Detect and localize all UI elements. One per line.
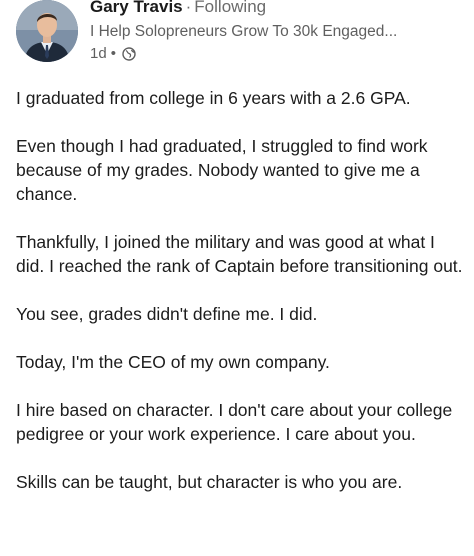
post-paragraph: Even though I had graduated, I struggled… xyxy=(16,136,428,204)
follow-status[interactable]: Following xyxy=(194,0,266,16)
time-separator: • xyxy=(110,45,116,62)
post-paragraph: I hire based on character. I don't care … xyxy=(16,400,453,444)
post-time: 1d xyxy=(90,45,107,62)
post-paragraph: Today, I'm the CEO of my own company. xyxy=(16,352,330,372)
post-paragraph: Thankfully, I joined the military and wa… xyxy=(16,232,463,276)
globe-icon xyxy=(122,47,136,61)
avatar-photo xyxy=(16,0,78,62)
author-name-line: Gary Travis · Following xyxy=(90,0,460,20)
post-paragraph: I graduated from college in 6 years with… xyxy=(16,88,411,108)
post-paragraph: You see, grades didn't define me. I did. xyxy=(16,304,318,324)
author-headline: I Help Solopreneurs Grow To 30k Engaged.… xyxy=(90,23,398,40)
avatar[interactable] xyxy=(16,0,78,62)
post-body: I graduated from college in 6 years with… xyxy=(16,86,466,518)
author-meta: Gary Travis · Following I Help Solopreneur… xyxy=(90,0,460,64)
linkedin-post: Gary Travis · Following I Help Solopreneur… xyxy=(0,0,474,556)
post-timestamp-line: 1d • xyxy=(90,44,460,64)
name-separator: · xyxy=(185,0,192,16)
author-name[interactable]: Gary Travis xyxy=(90,0,183,16)
post-paragraph: Skills can be taught, but character is w… xyxy=(16,472,403,492)
post-header: Gary Travis · Following I Help Solopreneur… xyxy=(12,0,462,70)
